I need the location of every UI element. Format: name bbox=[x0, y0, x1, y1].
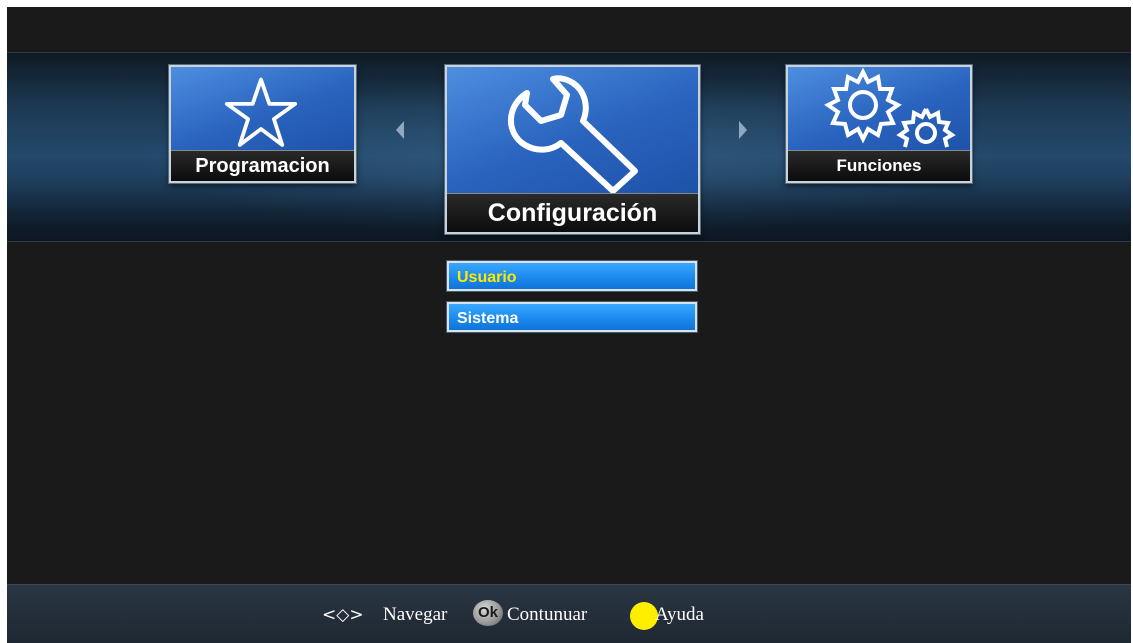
navigate-hint-label: Navegar bbox=[383, 604, 448, 625]
gears-icon bbox=[824, 67, 956, 148]
tile-configuracion-label: Configuración bbox=[447, 193, 698, 232]
help-hint-label: Ayuda bbox=[655, 604, 704, 625]
tv-menu-screen: Programacion Configuración Funciones Usu… bbox=[7, 7, 1131, 643]
tile-funciones[interactable]: Funciones bbox=[786, 65, 972, 183]
wrench-icon bbox=[508, 75, 638, 193]
ok-button-icon: Ok bbox=[473, 600, 503, 626]
star-icon bbox=[224, 77, 298, 147]
tile-funciones-label: Funciones bbox=[788, 150, 970, 181]
tile-configuracion[interactable]: Configuración bbox=[445, 65, 700, 234]
help-bar: <◇> Navegar Ok Contunuar Ayuda bbox=[7, 584, 1131, 643]
submenu-item-usuario[interactable]: Usuario bbox=[447, 261, 697, 291]
tile-programacion-label: Programacion bbox=[171, 150, 354, 181]
submenu-item-sistema[interactable]: Sistema bbox=[447, 302, 697, 332]
yellow-button-icon bbox=[630, 602, 658, 630]
arrow-left-icon[interactable] bbox=[396, 121, 404, 139]
navigate-arrows-icon: <◇> bbox=[322, 605, 364, 625]
arrow-right-icon[interactable] bbox=[739, 121, 747, 139]
continue-hint-label: Contunuar bbox=[507, 604, 588, 625]
tile-programacion[interactable]: Programacion bbox=[169, 65, 356, 183]
